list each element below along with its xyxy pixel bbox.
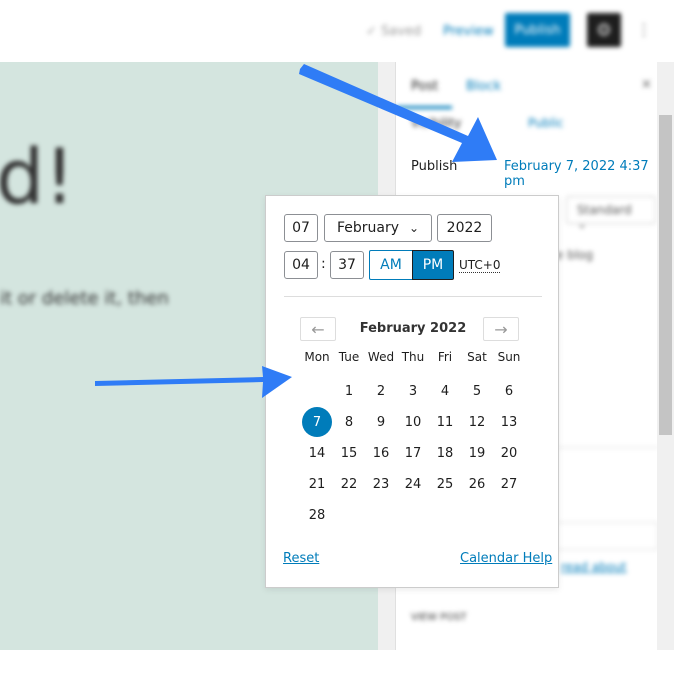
arrow-to-publish-date [299, 64, 497, 162]
arrow-to-calendar [95, 366, 292, 398]
annotation-arrows [95, 64, 497, 398]
